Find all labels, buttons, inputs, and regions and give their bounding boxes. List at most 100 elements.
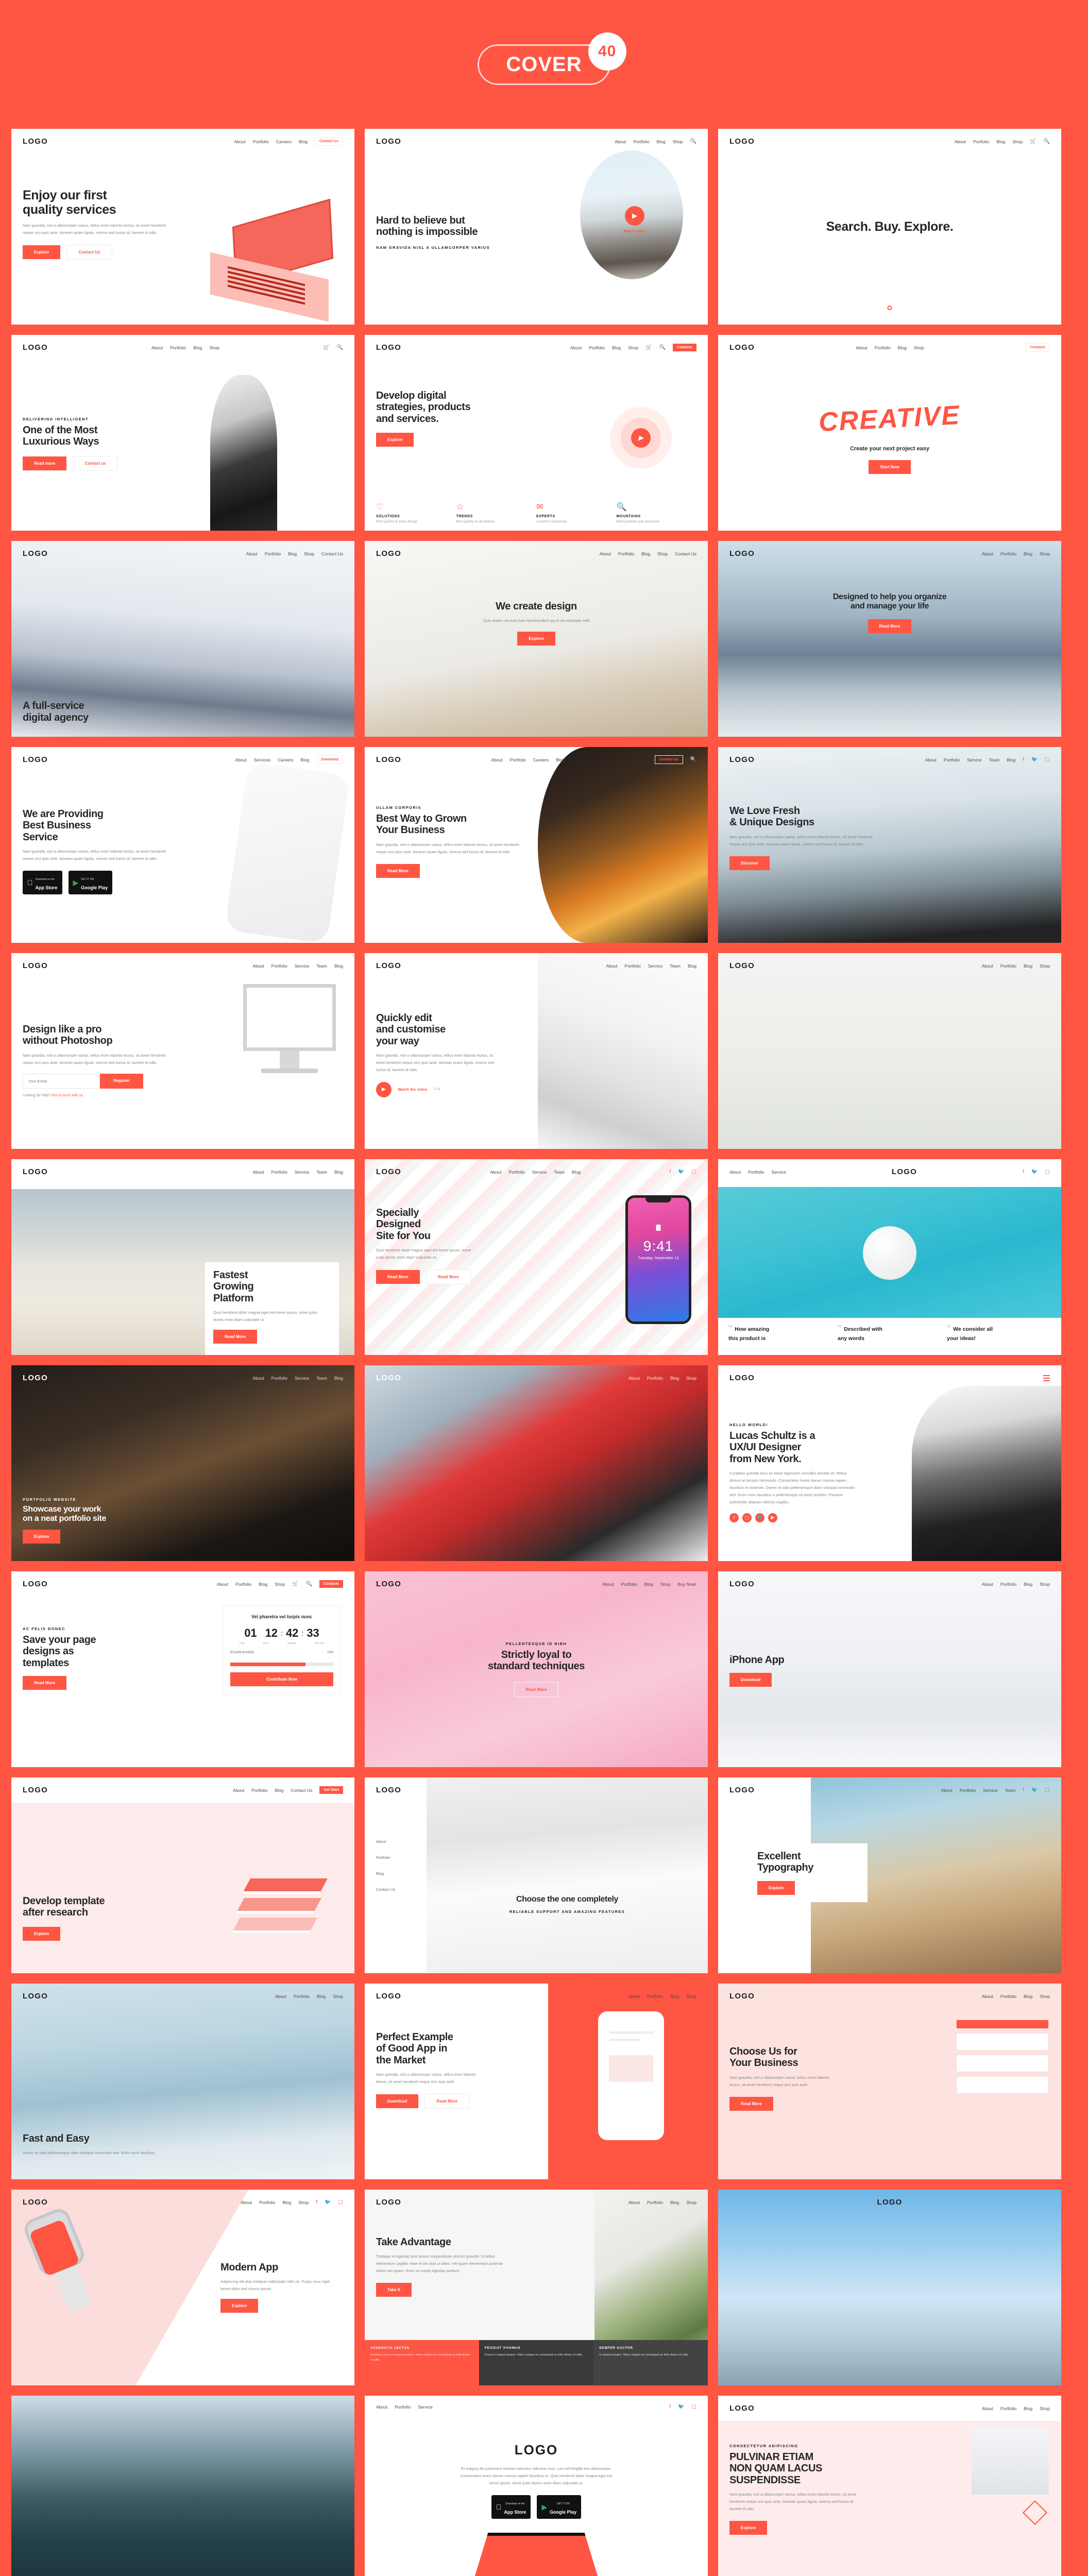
start-now-button[interactable]: Start Now (869, 460, 911, 474)
nav-service[interactable]: Service (295, 963, 309, 969)
read-more-button[interactable]: Read More (213, 1329, 257, 1344)
facebook-icon[interactable]: f (1023, 757, 1024, 762)
nav-portfolio[interactable]: Portfolio (1000, 551, 1016, 556)
nav-team[interactable]: Team (316, 963, 327, 969)
nav-portfolio[interactable]: Portfolio (265, 551, 281, 556)
nav-about[interactable]: About (856, 345, 867, 350)
nav-about[interactable]: About (252, 1170, 264, 1175)
nav-shop[interactable]: Shop (333, 1994, 343, 1999)
nav-blog[interactable]: Blog (657, 139, 666, 144)
email-input[interactable] (23, 1073, 100, 1089)
read-more-button[interactable]: Read More (729, 2096, 773, 2111)
card-creative[interactable]: LOGO About Portfolio Blog Shop Contacts … (718, 335, 1061, 531)
nav-portfolio[interactable]: Portfolio (395, 2404, 411, 2410)
nav-shop[interactable]: Shop (275, 1582, 285, 1587)
nav-portfolio[interactable]: Portfolio (271, 1170, 287, 1175)
nav-portfolio[interactable]: Portfolio (1000, 2406, 1016, 2411)
nav-about[interactable]: About (217, 1582, 228, 1587)
contact-button[interactable]: Contact Us (66, 244, 112, 260)
nav-contacts-button[interactable]: Contacts (673, 344, 696, 351)
card-extensive-options-blog[interactable]: LOGO About Portfolio Blog Shop SIMPLE BL… (365, 1365, 708, 1561)
cart-icon[interactable]: 🛒 (1030, 139, 1036, 144)
nav-team[interactable]: Team (316, 1376, 327, 1381)
read-more-button[interactable]: Read More (23, 1676, 66, 1690)
nav-contact[interactable]: Contact Us (321, 551, 343, 556)
card-non-enim-praesent[interactable]: LOGO Non enim praesent SUSPENDISSE POTEN… (11, 2396, 354, 2576)
nav-portfolio[interactable]: Portfolio (875, 345, 891, 350)
nav-about[interactable]: About (602, 1582, 614, 1587)
nav-blog[interactable]: Blog (670, 2200, 679, 2205)
card-fast-and-easy[interactable]: LOGO About Portfolio Blog Shop Fast and … (11, 1984, 354, 2179)
search-icon[interactable]: 🔍 (690, 757, 696, 762)
nav-blog[interactable]: Blog (334, 1376, 343, 1381)
nav-portfolio[interactable]: Portfolio (748, 1170, 764, 1175)
nav-about[interactable]: About (376, 2404, 387, 2410)
nav-about[interactable]: About (376, 1839, 395, 1844)
read-more-secondary-button[interactable]: Read More (426, 1269, 471, 1284)
nav-about[interactable]: About (606, 963, 617, 969)
card-iphone-app[interactable]: LOGO About Portfolio Blog Shop iPhone Ap… (718, 1571, 1061, 1767)
facebook-icon[interactable]: f (1023, 1787, 1024, 1793)
card-best-way-to-grown[interactable]: LOGO About Portfolio Careers Blog Contac… (365, 747, 708, 943)
nav-service[interactable]: Service (983, 1788, 997, 1793)
nav-shop[interactable]: Shop (686, 1376, 696, 1381)
google-play-badge[interactable]: ▶ GET IT ON Google Play (68, 870, 113, 894)
facebook-icon[interactable]: f (669, 1169, 671, 1175)
card-develop-template[interactable]: LOGO About Portfolio Blog Contact Us Get… (11, 1777, 354, 1973)
nav-blog[interactable]: Blog (259, 1582, 267, 1587)
facebook-icon[interactable]: f (669, 2404, 671, 2410)
register-button[interactable]: Register (100, 1073, 144, 1089)
nav-service[interactable]: Service (295, 1376, 309, 1381)
download-button[interactable]: Download (376, 2094, 419, 2108)
contact-button[interactable]: Contact us (73, 455, 118, 471)
nav-portfolio[interactable]: Portfolio (973, 139, 989, 144)
nav-team[interactable]: Team (670, 963, 681, 969)
explore-button[interactable]: Explore (23, 245, 61, 259)
cart-icon[interactable]: 🛒 (645, 345, 652, 350)
help-link[interactable]: Get in touch with us (52, 1094, 83, 1097)
nav-shop[interactable]: Shop (1040, 551, 1050, 556)
nav-shop[interactable]: Shop (1040, 2406, 1050, 2411)
nav-about[interactable]: About (955, 139, 966, 144)
nav-contact[interactable]: Contact Us (291, 1788, 312, 1793)
nav-portfolio[interactable]: Portfolio (960, 1788, 976, 1793)
card-strictly-loyal[interactable]: LOGO About Portfolio Blog Shop Buy Now! … (365, 1571, 708, 1767)
read-more-button[interactable]: Read More (514, 1682, 559, 1698)
nav-get-start-button[interactable]: Get Start (319, 1786, 343, 1794)
nav-about[interactable]: About (982, 1994, 993, 1999)
read-more-button[interactable]: Read More (868, 619, 912, 633)
nav-contact-button[interactable]: Contact Us (315, 137, 343, 146)
card-how-amazing-product[interactable]: About Portfolio Service LOGO f 🐦 ▢ 01 Ho… (718, 1159, 1061, 1355)
nav-service[interactable]: Service (648, 963, 662, 969)
nav-about[interactable]: About (246, 551, 258, 556)
facebook-icon[interactable]: f (729, 1513, 739, 1522)
nav-portfolio[interactable]: Portfolio (170, 345, 186, 350)
nav-about[interactable]: About (982, 963, 993, 969)
cart-icon[interactable]: 🛒 (292, 1581, 298, 1587)
nav-blog[interactable]: Blog (193, 345, 202, 350)
read-more-button[interactable]: Read More (376, 863, 420, 878)
nav-portfolio[interactable]: Portfolio (1000, 1582, 1016, 1587)
nav-shop[interactable]: Shop (1012, 139, 1023, 144)
nav-about[interactable]: About (570, 345, 582, 350)
menu-icon[interactable] (1043, 1375, 1050, 1381)
nav-blog[interactable]: Blog (641, 551, 650, 556)
nav-about[interactable]: About (925, 757, 937, 762)
read-more-button[interactable]: Read More (424, 2093, 470, 2109)
card-fastest-growing-platform[interactable]: LOGO About Portfolio Service Team Blog F… (11, 1159, 354, 1355)
nav-portfolio[interactable]: Portfolio (647, 1376, 663, 1381)
card-modern-app[interactable]: LOGO About Portfolio Blog Shop f 🐦 ▢ Mod… (11, 2190, 354, 2385)
nav-service[interactable]: Service (418, 2404, 432, 2410)
nav-blog[interactable]: Blog (288, 551, 297, 556)
card-best-business-service[interactable]: LOGO About Services Careers Blog Downloa… (11, 747, 354, 943)
nav-blog[interactable]: Blog (317, 1994, 326, 1999)
nav-about[interactable]: About (252, 1376, 264, 1381)
nav-blog[interactable]: Blog (572, 1170, 581, 1175)
search-icon[interactable]: 🔍 (306, 1581, 312, 1587)
nav-portfolio[interactable]: Portfolio (647, 1994, 663, 1999)
explore-button[interactable]: Explore (729, 2520, 768, 2535)
nav-service[interactable]: Service (771, 1170, 786, 1175)
card-we-create-design[interactable]: LOGO About Portfolio Blog Shop Contact U… (365, 541, 708, 737)
play-icon[interactable]: ▶ (376, 1081, 392, 1097)
nav-service[interactable]: Service (295, 1170, 309, 1175)
